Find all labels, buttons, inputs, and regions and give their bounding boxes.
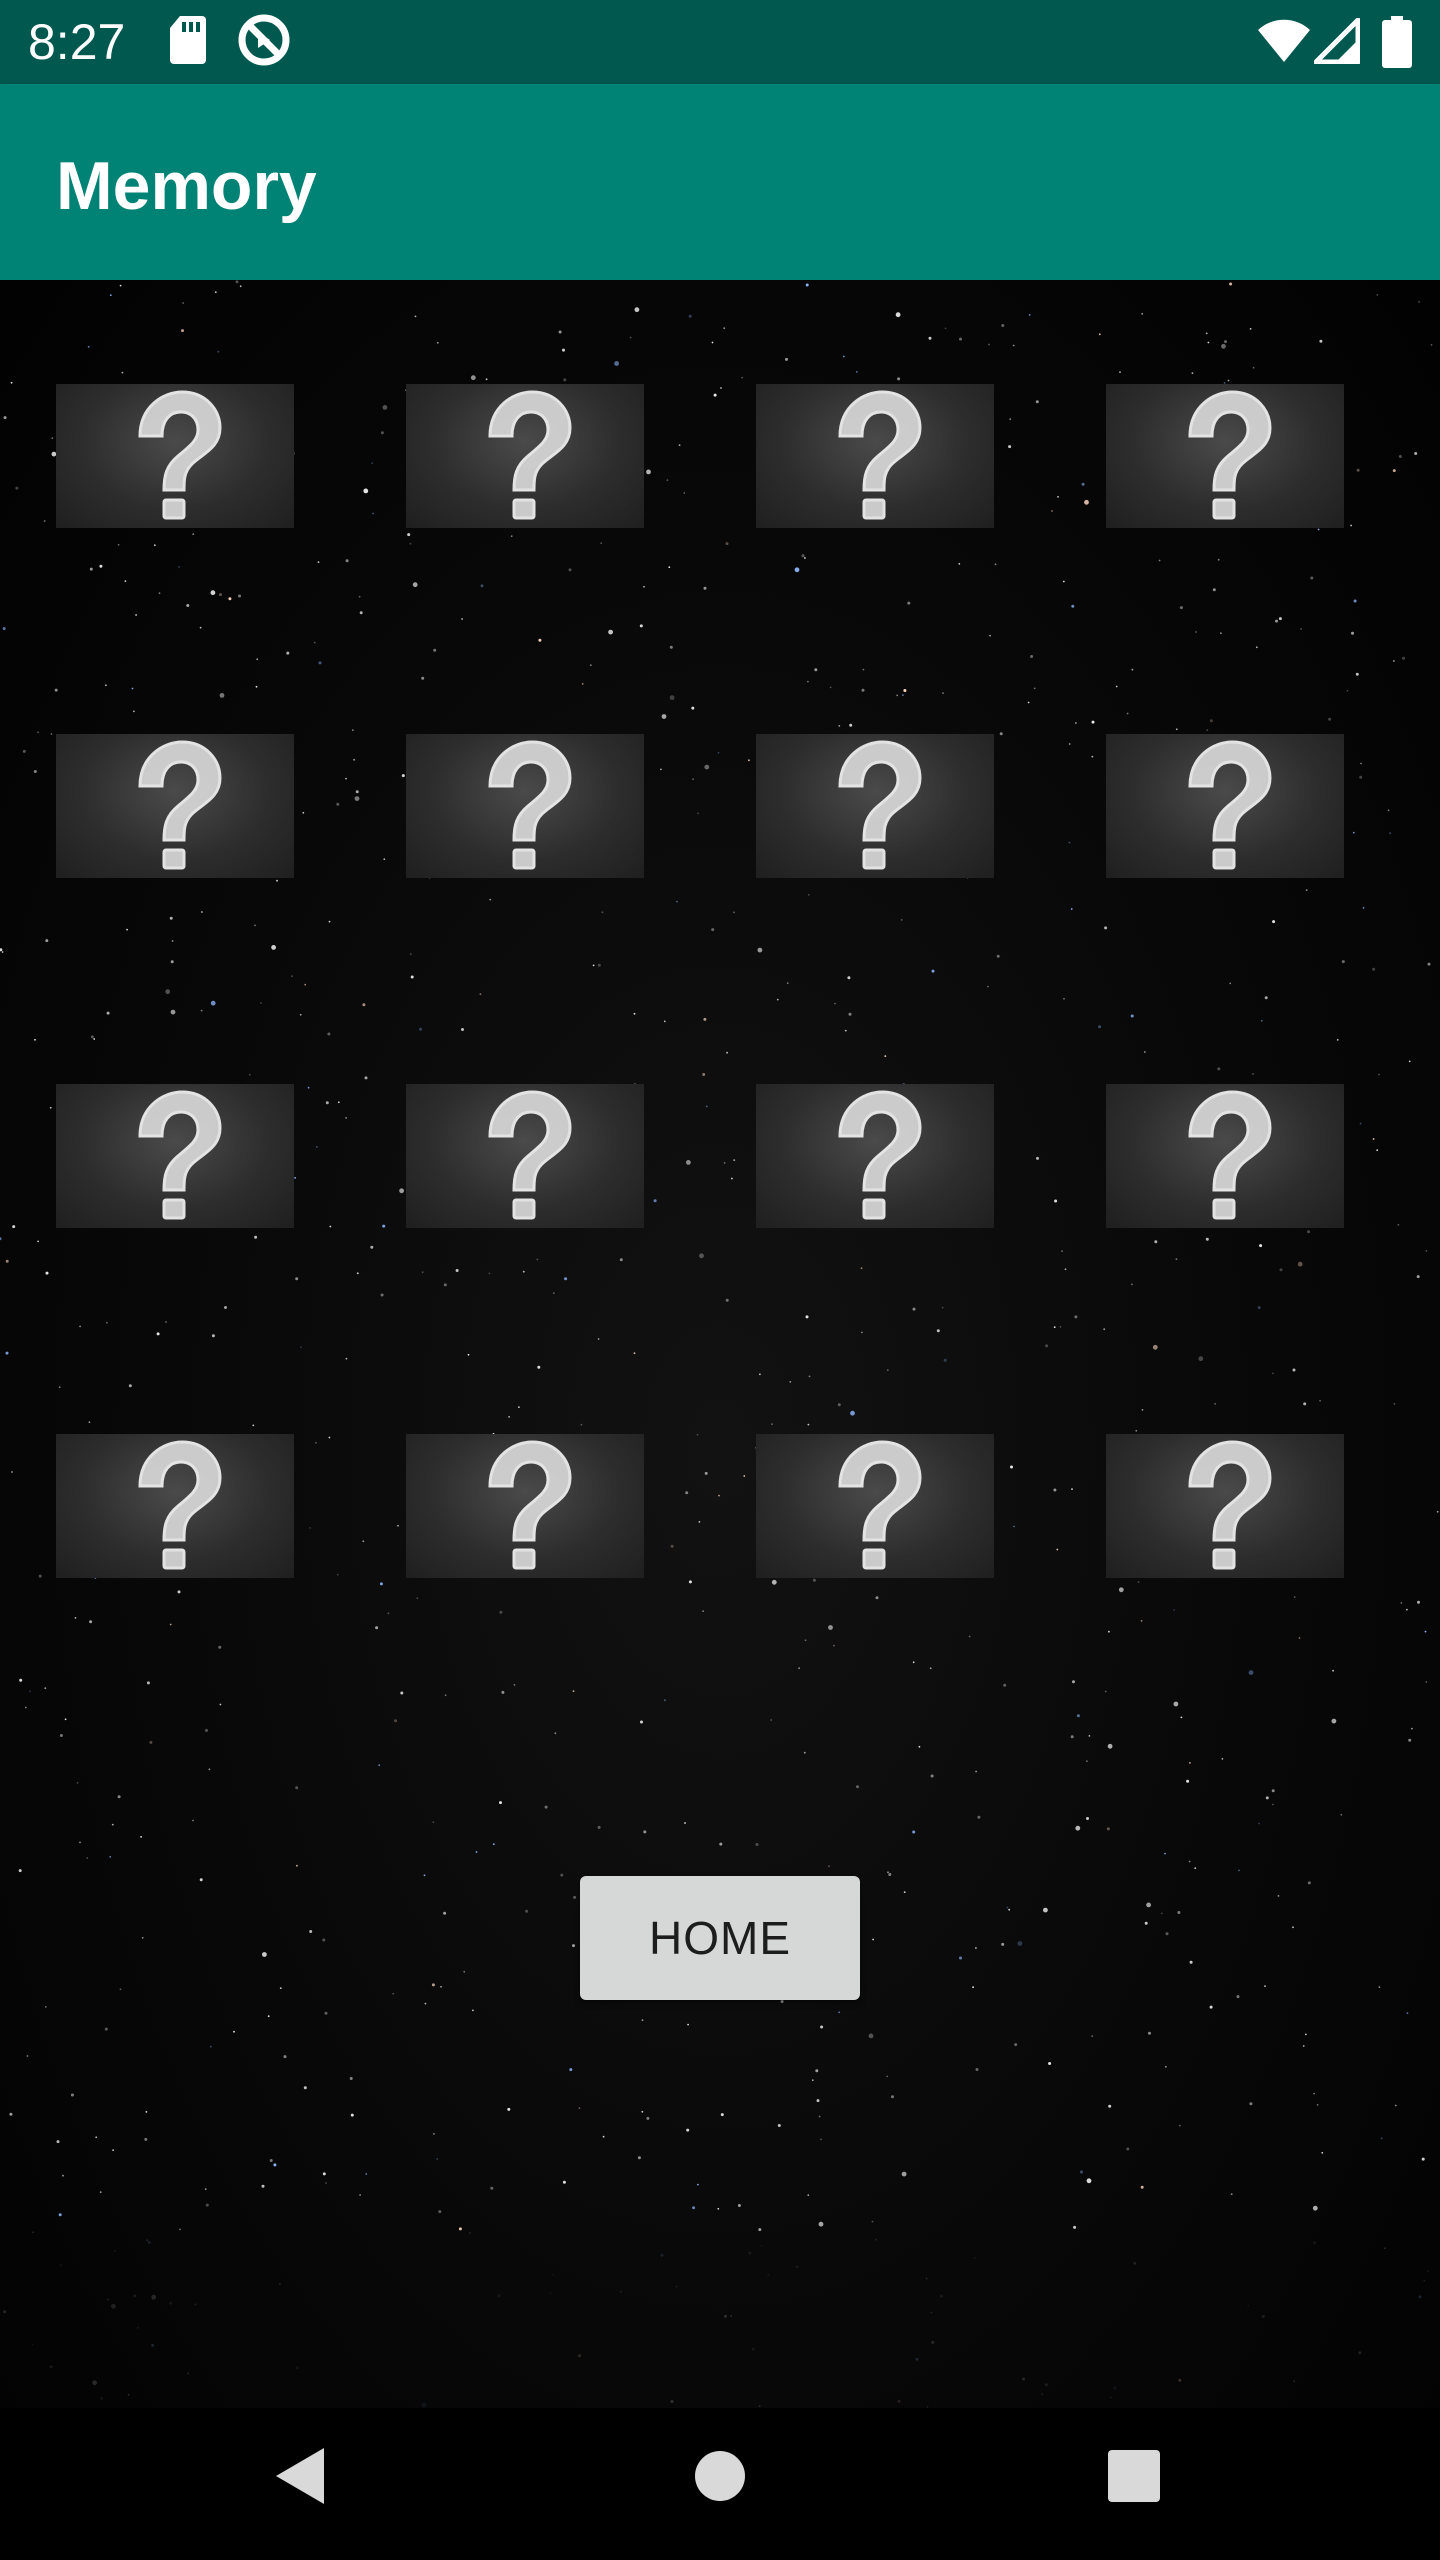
app-bar: Memory: [0, 84, 1440, 280]
question-mark-icon: [138, 390, 222, 520]
memory-card[interactable]: [406, 1434, 644, 1578]
memory-card[interactable]: [1106, 384, 1344, 528]
question-mark-icon: [1188, 1090, 1272, 1220]
memory-card[interactable]: [1106, 1084, 1344, 1228]
screen: 8:27 Memory HOME: [0, 0, 1440, 2560]
question-mark-icon: [138, 740, 222, 870]
home-button[interactable]: HOME: [580, 1876, 860, 2000]
sync-disabled-icon: [236, 12, 292, 73]
status-bar: 8:27: [0, 0, 1440, 84]
status-time: 8:27: [28, 14, 126, 70]
memory-card[interactable]: [756, 734, 994, 878]
memory-card[interactable]: [56, 1434, 294, 1578]
question-mark-icon: [1188, 740, 1272, 870]
card-grid: [0, 280, 1440, 1880]
recents-square-icon[interactable]: [1108, 2450, 1160, 2507]
question-mark-icon: [138, 1440, 222, 1570]
navigation-bar: [0, 2408, 1440, 2560]
memory-card[interactable]: [56, 384, 294, 528]
wifi-icon: [1256, 18, 1312, 69]
memory-card[interactable]: [756, 1084, 994, 1228]
home-button-label: HOME: [649, 1912, 791, 1964]
question-mark-icon: [1188, 1440, 1272, 1570]
home-circle-icon[interactable]: [694, 2450, 746, 2507]
question-mark-icon: [1188, 390, 1272, 520]
memory-card[interactable]: [1106, 734, 1344, 878]
question-mark-icon: [138, 1090, 222, 1220]
cellular-signal-icon: [1313, 17, 1361, 69]
question-mark-icon: [838, 1440, 922, 1570]
battery-icon: [1382, 16, 1412, 73]
question-mark-icon: [488, 390, 572, 520]
question-mark-icon: [488, 1090, 572, 1220]
memory-card[interactable]: [56, 1084, 294, 1228]
game-board: HOME: [0, 280, 1440, 2408]
sd-card-icon: [168, 14, 208, 71]
question-mark-icon: [838, 1090, 922, 1220]
memory-card[interactable]: [406, 384, 644, 528]
question-mark-icon: [838, 740, 922, 870]
memory-card[interactable]: [1106, 1434, 1344, 1578]
question-mark-icon: [838, 390, 922, 520]
memory-card[interactable]: [56, 734, 294, 878]
memory-card[interactable]: [406, 734, 644, 878]
question-mark-icon: [488, 1440, 572, 1570]
app-title: Memory: [56, 148, 317, 224]
question-mark-icon: [488, 740, 572, 870]
back-icon[interactable]: [272, 2444, 328, 2513]
memory-card[interactable]: [756, 1434, 994, 1578]
memory-card[interactable]: [406, 1084, 644, 1228]
memory-card[interactable]: [756, 384, 994, 528]
